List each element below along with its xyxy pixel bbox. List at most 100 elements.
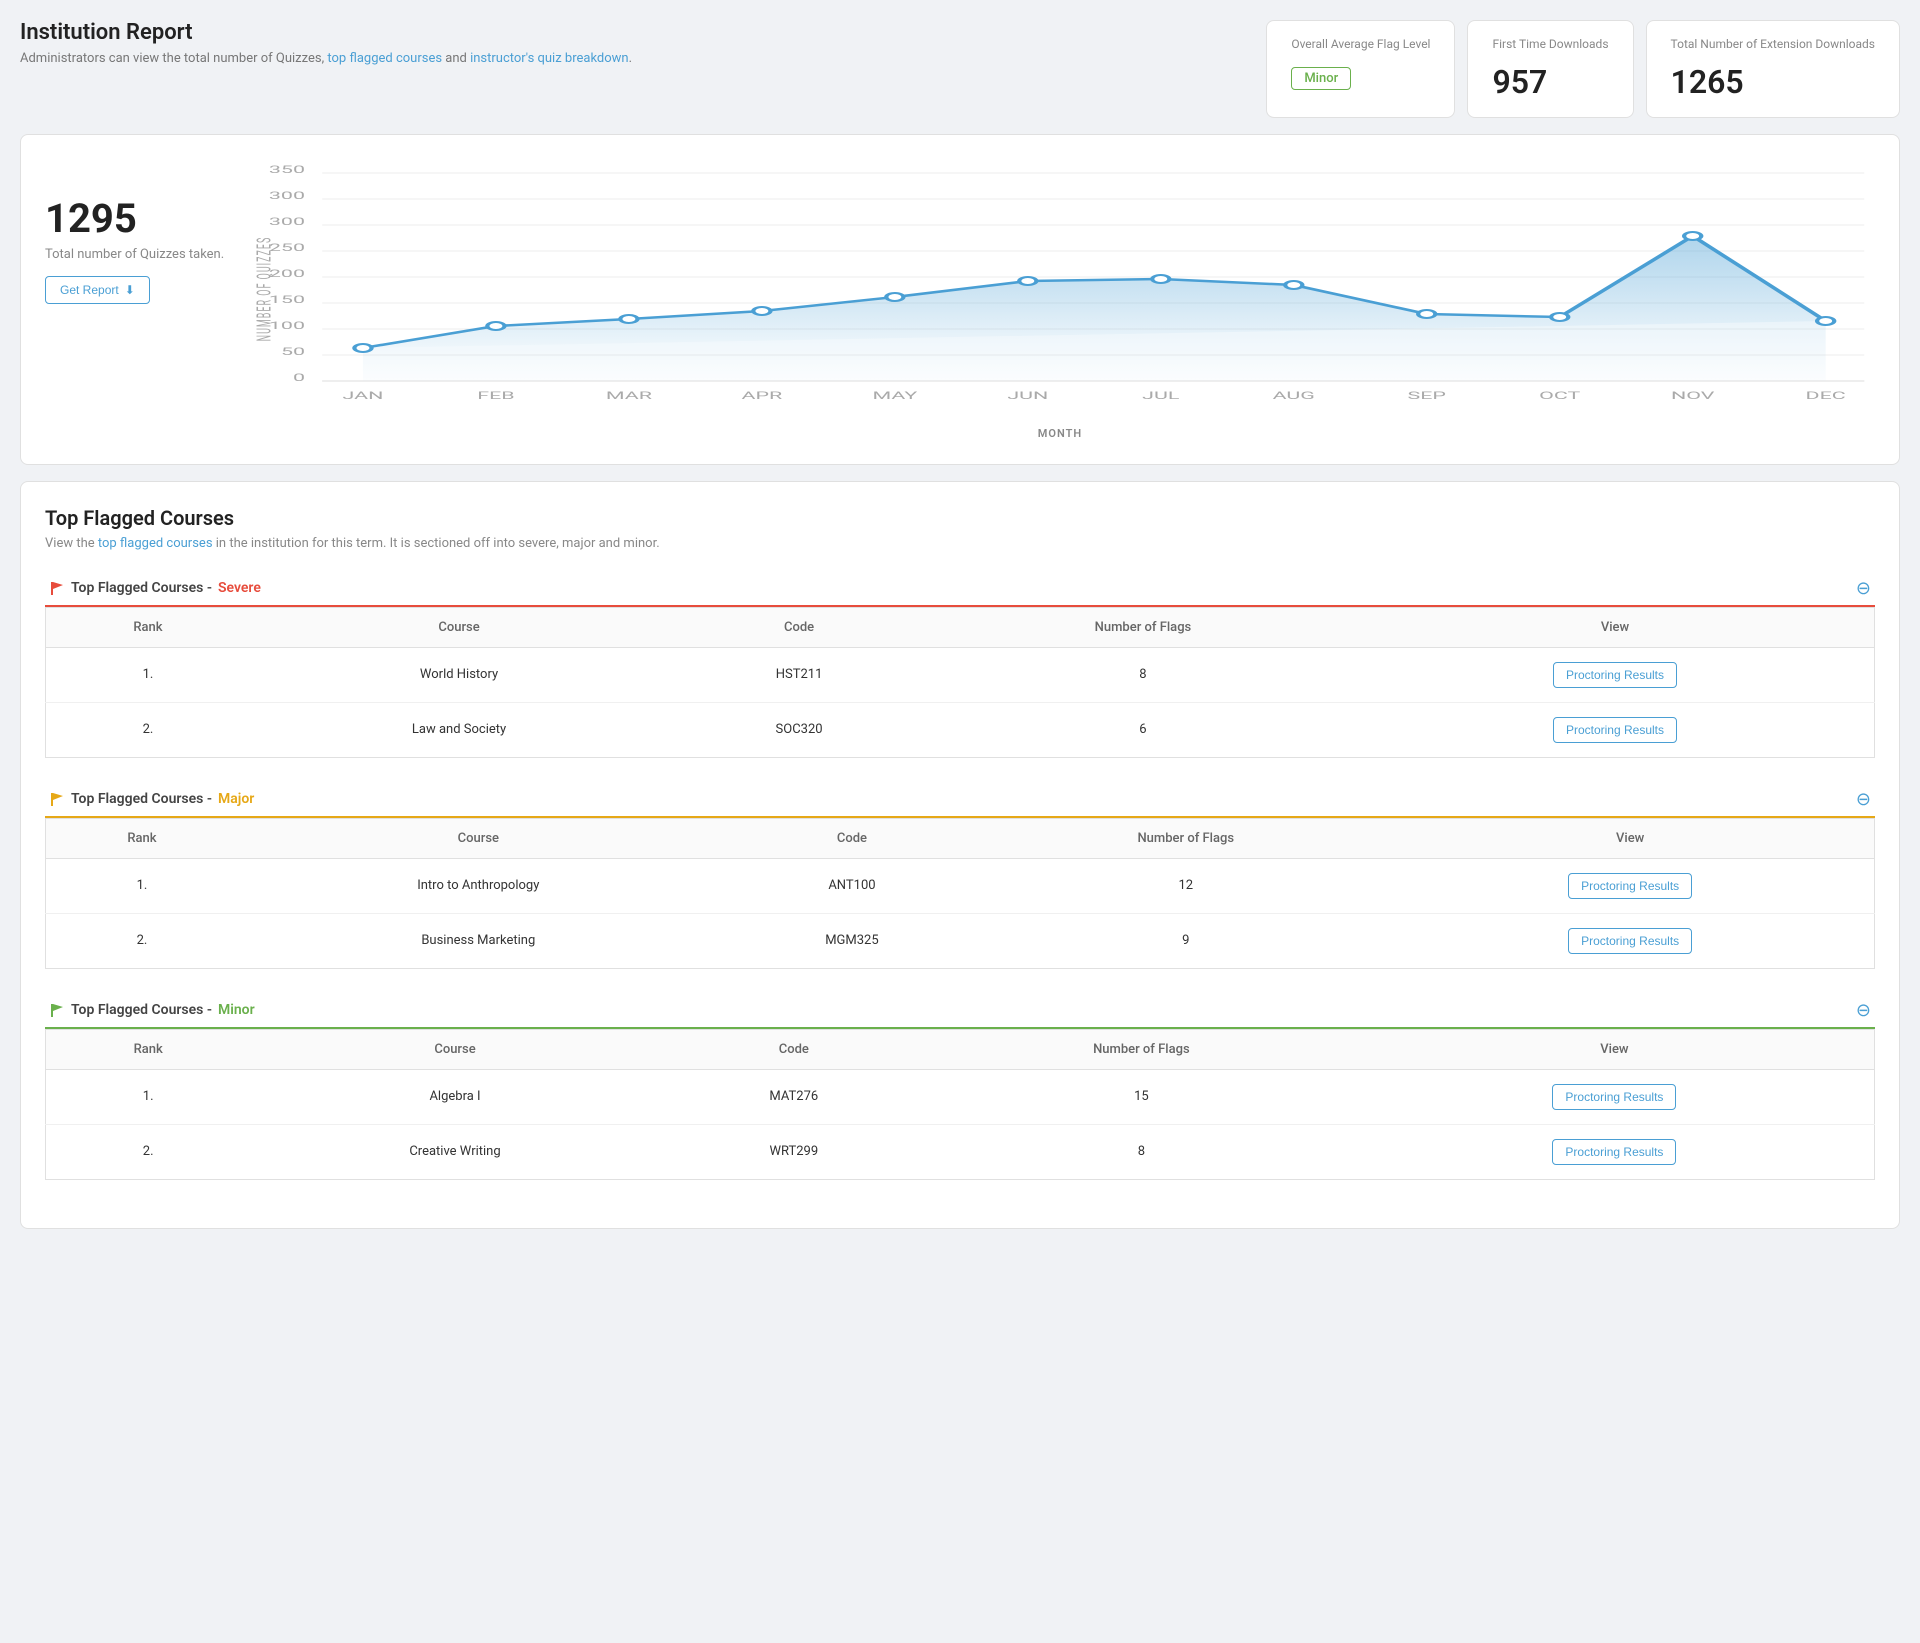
table-row: 1. World History HST211 8 Proctoring Res… [46, 647, 1875, 702]
cell-rank: 1. [46, 1069, 251, 1124]
flag-icon-major [49, 791, 65, 807]
quiz-count-label: Total number of Quizzes taken. [45, 247, 245, 262]
table-row: 2. Creative Writing WRT299 8 Proctoring … [46, 1124, 1875, 1179]
chart-x-label: MONTH [245, 427, 1875, 440]
svg-text:MAR: MAR [606, 390, 653, 402]
quiz-chart-container: 350 300 300 250 200 150 100 50 0 NUMBER … [245, 159, 1875, 440]
flag-icon-severe [49, 580, 65, 596]
cell-course: Intro to Anthropology [238, 858, 719, 913]
section-title: Top Flagged Courses [45, 506, 1875, 530]
quiz-count: 1295 [45, 199, 245, 239]
severe-severity: Severe [218, 580, 261, 596]
cell-course: Business Marketing [238, 913, 719, 968]
table-row: 1. Intro to Anthropology ANT100 12 Proct… [46, 858, 1875, 913]
cell-rank: 2. [46, 1124, 251, 1179]
cell-flags: 8 [928, 1124, 1355, 1179]
minor-table-header: Rank Course Code Number of Flags View [46, 1029, 1875, 1069]
major-col-view: View [1386, 818, 1874, 858]
major-collapse-button[interactable]: ⊖ [1856, 790, 1871, 808]
cell-course: Law and Society [250, 702, 668, 757]
total-downloads-card: Total Number of Extension Downloads 1265 [1646, 20, 1900, 118]
major-group-title: Top Flagged Courses - Major [49, 791, 254, 807]
minor-group-title: Top Flagged Courses - Minor [49, 1002, 255, 1018]
svg-text:OCT: OCT [1539, 390, 1580, 402]
get-report-button[interactable]: Get Report ⬇ [45, 276, 150, 304]
table-row: 1. Algebra I MAT276 15 Proctoring Result… [46, 1069, 1875, 1124]
flag-level-card: Overall Average Flag Level Minor [1266, 20, 1455, 118]
top-flagged-courses-link[interactable]: top flagged courses [98, 536, 213, 551]
major-col-rank: Rank [46, 818, 238, 858]
table-row: 2. Business Marketing MGM325 9 Proctorin… [46, 913, 1875, 968]
proctoring-results-button[interactable]: Proctoring Results [1552, 1139, 1676, 1165]
svg-text:300: 300 [269, 216, 305, 228]
minor-collapse-button[interactable]: ⊖ [1856, 1001, 1871, 1019]
svg-text:JUL: JUL [1142, 390, 1179, 402]
svg-text:SEP: SEP [1408, 390, 1446, 402]
cell-flags: 6 [930, 702, 1356, 757]
cell-flags: 12 [985, 858, 1386, 913]
major-table-header: Rank Course Code Number of Flags View [46, 818, 1875, 858]
severe-collapse-button[interactable]: ⊖ [1856, 579, 1871, 597]
major-col-course: Course [238, 818, 719, 858]
cell-view: Proctoring Results [1386, 913, 1874, 968]
cell-course: World History [250, 647, 668, 702]
flag-level-badge: Minor [1291, 67, 1351, 90]
svg-text:NOV: NOV [1671, 390, 1715, 402]
proctoring-results-button[interactable]: Proctoring Results [1552, 1084, 1676, 1110]
major-col-flags: Number of Flags [985, 818, 1386, 858]
cell-course: Creative Writing [250, 1124, 659, 1179]
quiz-breakdown-link[interactable]: instructor's quiz breakdown [470, 51, 629, 66]
cell-view: Proctoring Results [1355, 1069, 1875, 1124]
severe-table-header: Rank Course Code Number of Flags View [46, 607, 1875, 647]
cell-flags: 8 [930, 647, 1356, 702]
proctoring-results-button[interactable]: Proctoring Results [1553, 717, 1677, 743]
svg-text:350: 350 [269, 164, 305, 176]
svg-text:0: 0 [293, 372, 305, 384]
flag-level-label: Overall Average Flag Level [1291, 37, 1430, 53]
major-severity: Major [218, 791, 254, 807]
svg-text:DEC: DEC [1806, 390, 1846, 402]
minor-severity: Minor [218, 1002, 255, 1018]
severe-group-header: Top Flagged Courses - Severe ⊖ [45, 571, 1875, 607]
minor-col-flags: Number of Flags [928, 1029, 1355, 1069]
major-label: Top Flagged Courses - [71, 791, 212, 807]
top-flagged-link[interactable]: top flagged courses [327, 51, 442, 66]
cell-code: MAT276 [660, 1069, 928, 1124]
cell-code: MGM325 [719, 913, 986, 968]
cell-course: Algebra I [250, 1069, 659, 1124]
first-downloads-value: 957 [1492, 63, 1608, 101]
cell-rank: 1. [46, 858, 238, 913]
cell-rank: 2. [46, 702, 250, 757]
cell-view: Proctoring Results [1355, 1124, 1875, 1179]
minor-col-view: View [1355, 1029, 1875, 1069]
cell-code: HST211 [668, 647, 930, 702]
cell-code: WRT299 [660, 1124, 928, 1179]
cell-code: SOC320 [668, 702, 930, 757]
total-downloads-value: 1265 [1671, 63, 1875, 101]
minor-table: Rank Course Code Number of Flags View 1.… [45, 1029, 1875, 1180]
flag-icon-minor [49, 1002, 65, 1018]
cell-view: Proctoring Results [1356, 702, 1875, 757]
severe-col-flags: Number of Flags [930, 607, 1356, 647]
severe-table: Rank Course Code Number of Flags View 1.… [45, 607, 1875, 758]
severe-label: Top Flagged Courses - [71, 580, 212, 596]
total-downloads-label: Total Number of Extension Downloads [1671, 37, 1875, 53]
severe-col-code: Code [668, 607, 930, 647]
severe-col-course: Course [250, 607, 668, 647]
severe-group: Top Flagged Courses - Severe ⊖ Rank Cour… [45, 571, 1875, 758]
svg-text:JAN: JAN [343, 390, 384, 402]
major-group: Top Flagged Courses - Major ⊖ Rank Cours… [45, 782, 1875, 969]
major-col-code: Code [719, 818, 986, 858]
proctoring-results-button[interactable]: Proctoring Results [1568, 928, 1692, 954]
svg-text:NUMBER OF QUIZZES: NUMBER OF QUIZZES [253, 236, 276, 341]
proctoring-results-button[interactable]: Proctoring Results [1553, 662, 1677, 688]
svg-text:MAY: MAY [872, 390, 917, 402]
minor-col-rank: Rank [46, 1029, 251, 1069]
page-title: Institution Report [20, 20, 1266, 45]
proctoring-results-button[interactable]: Proctoring Results [1568, 873, 1692, 899]
minor-group-header: Top Flagged Courses - Minor ⊖ [45, 993, 1875, 1029]
cell-flags: 9 [985, 913, 1386, 968]
minor-col-course: Course [250, 1029, 659, 1069]
severe-group-title: Top Flagged Courses - Severe [49, 580, 261, 596]
top-flagged-card: Top Flagged Courses View the top flagged… [20, 481, 1900, 1229]
